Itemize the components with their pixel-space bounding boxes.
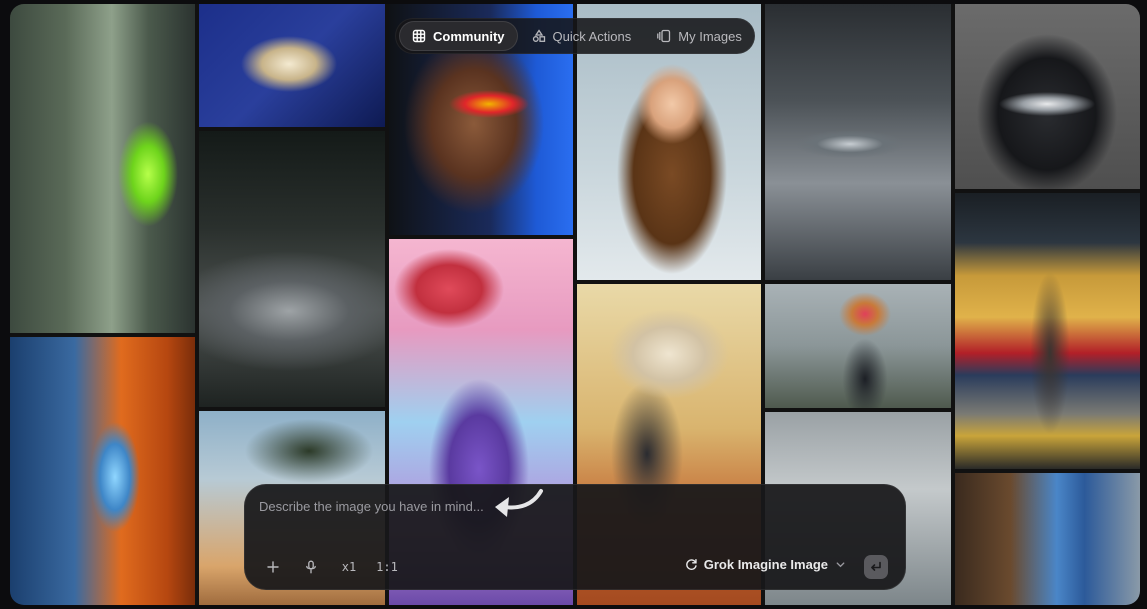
aspect-ratio-button[interactable]: 1:1 [375, 555, 399, 579]
tab-label: Community [433, 28, 505, 44]
gallery-image[interactable] [10, 4, 195, 333]
chevron-down-icon [836, 562, 845, 568]
enter-arrow-icon [871, 561, 881, 571]
prompt-composer: x1 1:1 Grok Imagine Image [244, 484, 906, 590]
image-count-button[interactable]: x1 [337, 555, 361, 579]
tab-label: Quick Actions [552, 28, 632, 44]
tab-community[interactable]: Community [399, 21, 518, 51]
gallery-image[interactable] [955, 4, 1140, 189]
gallery-image[interactable] [955, 193, 1140, 469]
arrow-left-icon [495, 489, 543, 517]
tab-label: My Images [678, 28, 742, 44]
shapes-icon [532, 29, 545, 42]
gallery-image[interactable] [765, 284, 951, 408]
composer-tools: x1 1:1 [261, 555, 413, 579]
attach-button[interactable] [261, 555, 285, 579]
tab-my-images[interactable]: My Images [645, 21, 754, 51]
tab-quick-actions[interactable]: Quick Actions [520, 21, 644, 51]
grid-icon [412, 29, 426, 43]
top-nav: Community Quick Actions My Images [395, 18, 755, 54]
gallery-image[interactable] [955, 473, 1140, 605]
plus-icon [267, 561, 279, 573]
gallery-icon [657, 29, 671, 43]
gallery-image[interactable] [199, 131, 385, 407]
gallery-image[interactable] [765, 4, 951, 280]
voice-button[interactable] [299, 555, 323, 579]
refresh-icon [685, 558, 697, 570]
model-selector[interactable]: Grok Imagine Image [685, 557, 847, 572]
model-label: Grok Imagine Image [703, 557, 828, 572]
microphone-icon [306, 560, 316, 574]
gallery-image[interactable] [10, 337, 195, 605]
submit-button[interactable] [864, 555, 888, 579]
gallery-image[interactable] [199, 4, 385, 127]
